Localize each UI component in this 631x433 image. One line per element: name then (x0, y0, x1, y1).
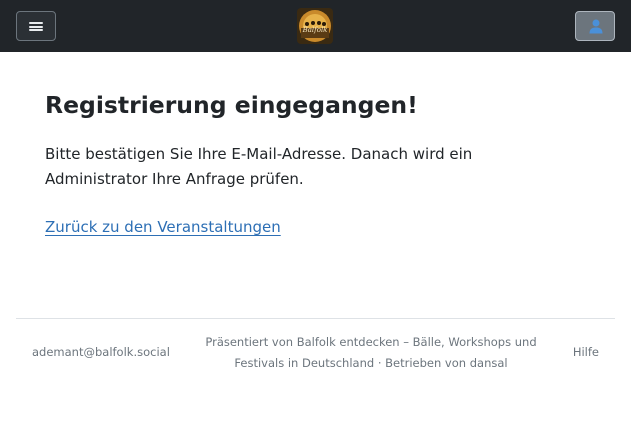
help-link[interactable]: Hilfe (573, 345, 599, 359)
balfolk-logo-icon: Balfolk (297, 8, 333, 44)
logo-text: Balfolk (302, 26, 328, 34)
presented-by-label: Präsentiert von (205, 335, 297, 349)
top-navbar: Balfolk (0, 0, 631, 52)
user-account-button[interactable] (575, 11, 615, 41)
powered-by-link[interactable]: Betrieben von dansal (385, 356, 507, 370)
back-to-events-link[interactable]: Zurück zu den Veranstaltungen (45, 217, 281, 237)
footer-email-link[interactable]: ademant@balfolk.social (32, 345, 170, 359)
footer-separator: · (374, 356, 386, 370)
menu-toggle-button[interactable] (16, 11, 56, 41)
page-title: Registrierung eingegangen! (45, 91, 418, 119)
page-footer: ademant@balfolk.social Präsentiert von B… (16, 318, 615, 388)
main-content: Registrierung eingegangen! Bitte bestäti… (45, 88, 585, 237)
hamburger-menu-icon (29, 22, 43, 31)
site-logo[interactable]: Balfolk (297, 8, 333, 44)
confirmation-message: Bitte bestätigen Sie Ihre E-Mail-Adresse… (45, 145, 473, 188)
footer-credits: Präsentiert von Balfolk entdecken – Bäll… (186, 332, 556, 374)
user-icon (589, 19, 603, 34)
